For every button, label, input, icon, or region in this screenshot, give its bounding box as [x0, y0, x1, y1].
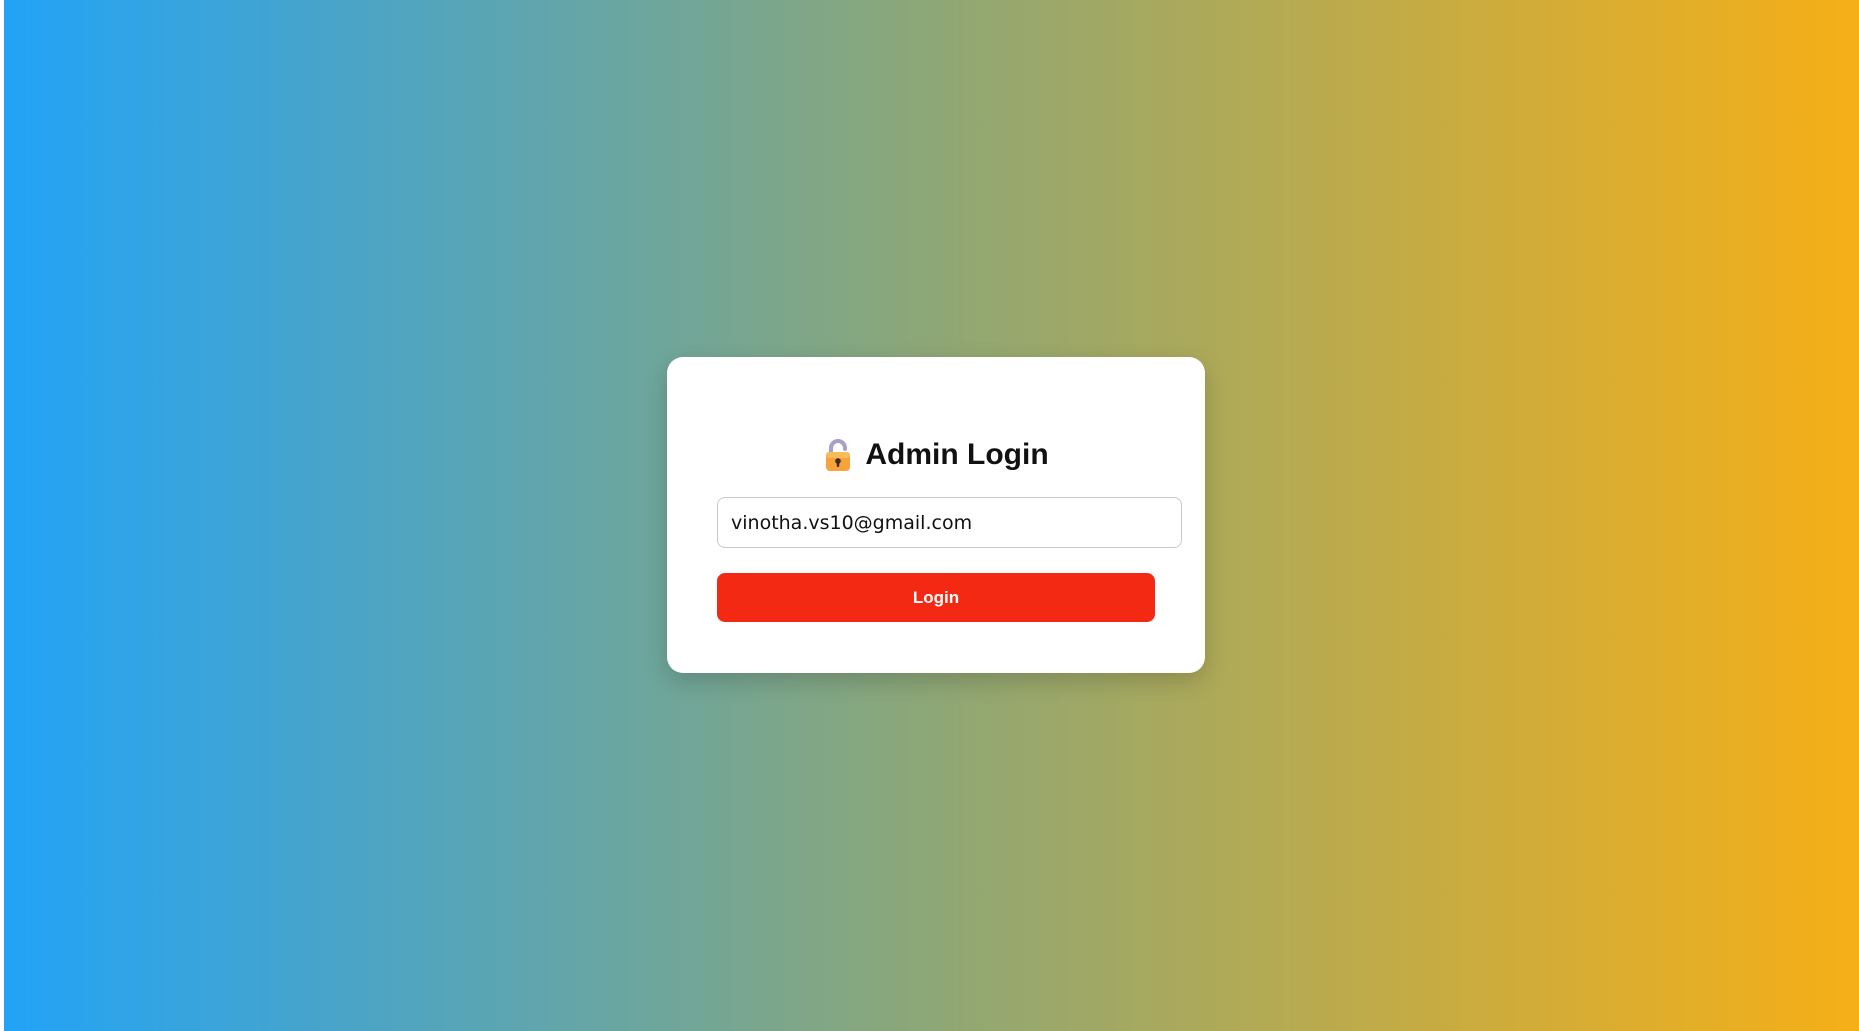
page-title: Admin Login	[865, 438, 1049, 471]
login-card: Admin Login Login	[667, 357, 1205, 673]
email-field[interactable]	[717, 497, 1182, 548]
login-button[interactable]: Login	[717, 573, 1155, 622]
lock-icon	[823, 438, 853, 472]
page-background: Admin Login Login	[4, 0, 1859, 1031]
title-row: Admin Login	[667, 433, 1205, 477]
